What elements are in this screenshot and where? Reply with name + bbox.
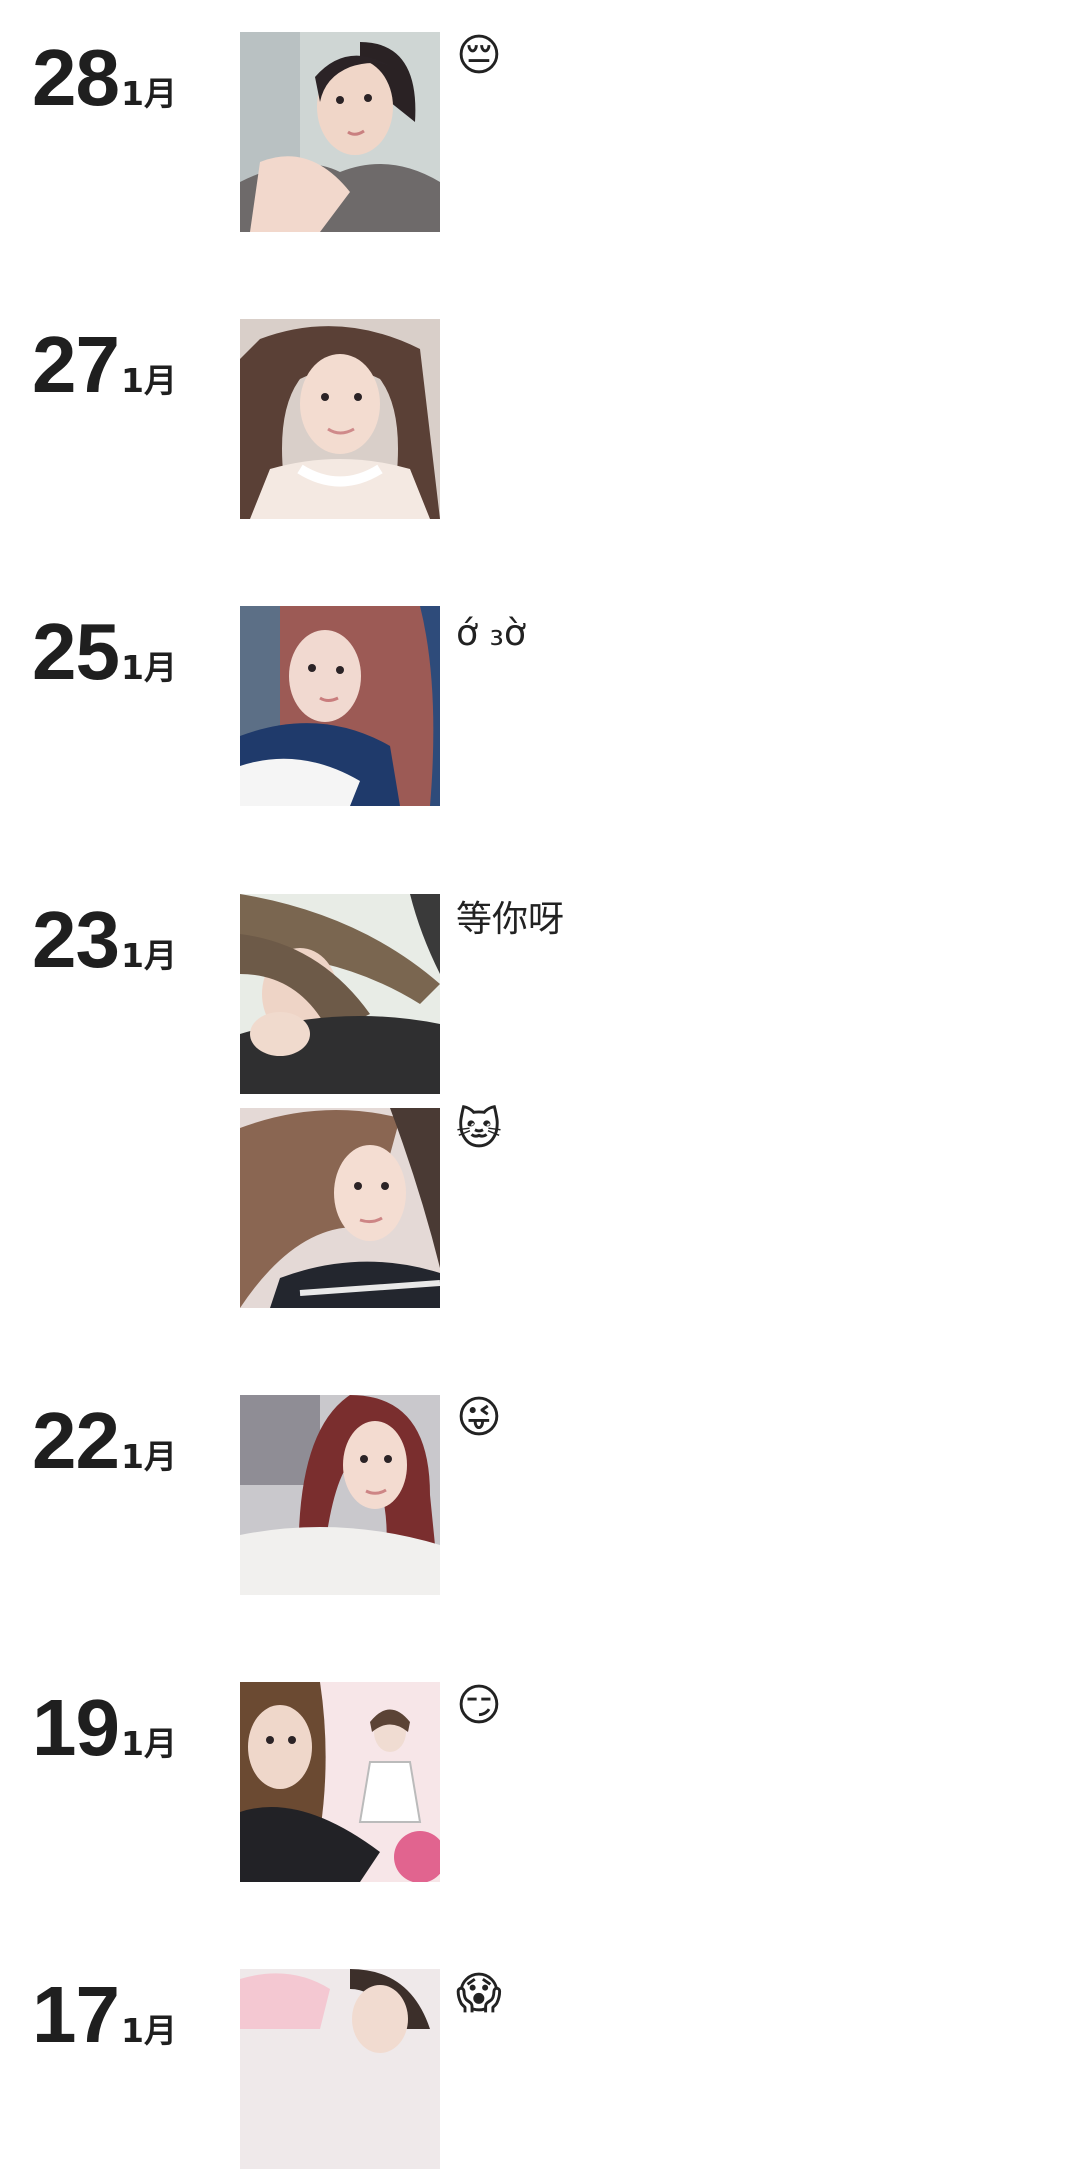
photo-timeline: 281月 😔 271月 251月 ớ ₃ờ 231月 等你呀 🐱 221月 😜 … (0, 0, 1080, 2169)
post-caption: ớ ₃ờ (456, 613, 526, 654)
date-label: 221月 (32, 1401, 177, 1481)
date-month: 1月 (120, 936, 177, 975)
date-label: 231月 (32, 900, 177, 980)
photo-thumbnail[interactable] (240, 1395, 440, 1595)
post-caption: 😱 (456, 1968, 502, 2019)
photo-thumbnail[interactable] (240, 894, 440, 1094)
date-day: 23 (32, 895, 120, 984)
date-day: 25 (32, 607, 120, 696)
date-month: 1月 (120, 74, 177, 113)
photo-thumbnail[interactable] (240, 1108, 440, 1308)
post-caption: 😜 (456, 1392, 502, 1443)
date-label: 271月 (32, 325, 177, 405)
date-day: 22 (32, 1396, 120, 1485)
post-caption: 等你呀 (456, 899, 565, 940)
date-month: 1月 (120, 361, 177, 400)
photo-thumbnail[interactable] (240, 606, 440, 806)
date-month: 1月 (120, 2011, 177, 2050)
date-label: 251月 (32, 612, 177, 692)
date-day: 19 (32, 1683, 120, 1772)
post-caption: 😔 (456, 30, 502, 81)
photo-thumbnail[interactable] (240, 1682, 440, 1882)
post-caption: 🐱 (456, 1104, 502, 1155)
date-month: 1月 (120, 648, 177, 687)
photo-thumbnail[interactable] (240, 32, 440, 232)
date-label: 191月 (32, 1688, 177, 1768)
date-day: 27 (32, 320, 120, 409)
date-month: 1月 (120, 1437, 177, 1476)
date-label: 171月 (32, 1975, 177, 2055)
date-label: 281月 (32, 38, 177, 118)
date-day: 17 (32, 1970, 120, 2059)
photo-thumbnail[interactable] (240, 319, 440, 519)
date-day: 28 (32, 33, 120, 122)
date-month: 1月 (120, 1724, 177, 1763)
post-caption: 😏 (456, 1680, 502, 1731)
photo-thumbnail[interactable] (240, 1969, 440, 2169)
